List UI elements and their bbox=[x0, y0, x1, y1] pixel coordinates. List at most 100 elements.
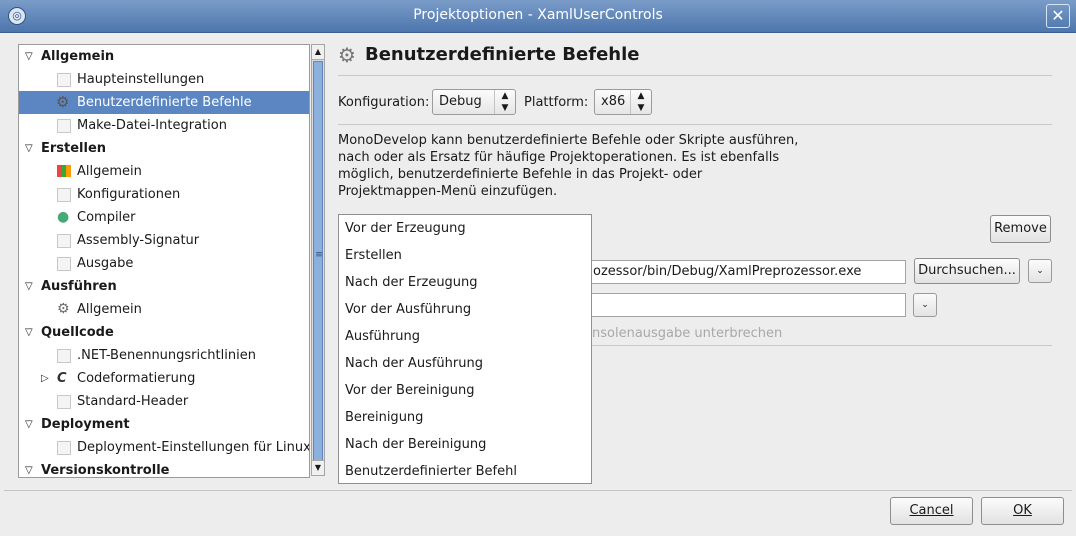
triangle-right-icon[interactable]: ▷ bbox=[41, 367, 49, 390]
browse-label: Durchsuchen... bbox=[918, 263, 1016, 278]
konfiguration-label: Konfiguration: bbox=[338, 95, 430, 110]
tree-item-label: Ausgabe bbox=[77, 256, 134, 271]
triangle-down-icon[interactable]: ▽ bbox=[25, 45, 33, 68]
dropdown-option[interactable]: Benutzerdefinierter Befehl bbox=[345, 458, 517, 485]
dropdown-option[interactable]: Vor der Erzeugung bbox=[345, 215, 466, 242]
triangle-down-icon[interactable]: ▽ bbox=[25, 137, 33, 160]
tree-item-label: Standard-Header bbox=[77, 394, 189, 409]
gear-icon: ⚙ bbox=[56, 93, 70, 111]
tree-category-label: Ausführen bbox=[41, 279, 117, 294]
tree-item[interactable]: Ausgabe bbox=[19, 252, 309, 275]
tree-category[interactable]: ▽ Versionskontrolle bbox=[19, 459, 309, 478]
tree-item-label: Haupteinstellungen bbox=[77, 72, 205, 87]
blank-icon bbox=[57, 119, 71, 133]
dropdown-option[interactable]: Nach der Erzeugung bbox=[345, 269, 478, 296]
window-title: Projektoptionen - XamlUserControls bbox=[413, 7, 663, 23]
pause-console-option[interactable]: nsolenausgabe unterbrechen bbox=[592, 326, 782, 341]
triangle-down-icon[interactable]: ▽ bbox=[25, 459, 33, 477]
cancel-label: Cancel bbox=[909, 503, 954, 518]
tree-category-label: Allgemein bbox=[41, 49, 115, 64]
blank-icon bbox=[57, 257, 71, 271]
page-title: Benutzerdefinierte Befehle bbox=[365, 44, 640, 65]
tree-item-label: Allgemein bbox=[77, 302, 142, 317]
triangle-down-icon[interactable]: ▽ bbox=[25, 413, 33, 436]
dropdown-option[interactable]: Vor der Ausführung bbox=[345, 296, 471, 323]
remove-button[interactable]: Remove bbox=[990, 215, 1051, 243]
plattform-value: x86 bbox=[601, 94, 626, 109]
plattform-label: Plattform: bbox=[524, 95, 589, 110]
tree-item[interactable]: ● Compiler bbox=[19, 206, 309, 229]
tree-category[interactable]: ▽ Ausführen bbox=[19, 275, 309, 298]
ok-button[interactable]: OK bbox=[981, 497, 1064, 525]
tree-category-label: Versionskontrolle bbox=[41, 463, 170, 478]
options-tree[interactable]: ▽ Allgemein Haupteinstellungen ⚙ Benutzerdef… bbox=[18, 44, 310, 478]
blank-icon bbox=[57, 234, 71, 248]
tree-category[interactable]: ▽ Erstellen bbox=[19, 137, 309, 160]
ok-label: OK bbox=[1013, 503, 1032, 518]
tree-item[interactable]: ▷ C Codeformatierung bbox=[19, 367, 309, 390]
cogs-icon: ⚙ bbox=[57, 301, 70, 317]
dropdown-option[interactable]: Erstellen bbox=[345, 242, 402, 269]
scroll-up-icon[interactable]: ▲ bbox=[312, 45, 324, 60]
description-text: MonoDevelop kann benutzerdefinierte Befe… bbox=[338, 133, 799, 199]
dropdown-option[interactable]: Nach der Ausführung bbox=[345, 350, 483, 377]
tree-item[interactable]: Assembly-Signatur bbox=[19, 229, 309, 252]
tree-item-label: Make-Datei-Integration bbox=[77, 118, 227, 133]
tree-item-label: Assembly-Signatur bbox=[77, 233, 200, 248]
footer-divider bbox=[4, 490, 1072, 491]
hierarchy-icon bbox=[57, 165, 71, 177]
tree-item[interactable]: Haupteinstellungen bbox=[19, 68, 309, 91]
tree-category[interactable]: ▽ Deployment bbox=[19, 413, 309, 436]
dropdown-option[interactable]: Vor der Bereinigung bbox=[345, 377, 474, 404]
chevron-down-icon[interactable]: ⌄ bbox=[913, 293, 937, 317]
tree-item[interactable]: ⚙ Allgemein bbox=[19, 298, 309, 321]
grip-icon: ≡ bbox=[315, 250, 323, 260]
scroll-thumb[interactable]: ≡ bbox=[313, 61, 323, 461]
updown-icon: ▲ ▼ bbox=[630, 90, 651, 114]
compiler-icon: ● bbox=[57, 209, 70, 225]
tree-category-label: Quellcode bbox=[41, 325, 114, 340]
tree-category[interactable]: ▽ Quellcode bbox=[19, 321, 309, 344]
blank-icon bbox=[57, 188, 71, 202]
dropdown-option[interactable]: Nach der Bereinigung bbox=[345, 431, 486, 458]
tree-scrollbar[interactable]: ▲ ≡ ▼ bbox=[311, 44, 325, 476]
chevron-down-icon[interactable]: ⌄ bbox=[1028, 259, 1052, 283]
close-icon[interactable]: ✕ bbox=[1046, 4, 1070, 28]
tree-item[interactable]: ⚙ Benutzerdefinierte Befehle bbox=[19, 91, 309, 114]
tree-item-label: .NET-Benennungsrichtlinien bbox=[77, 348, 256, 363]
command-input[interactable]: ozessor/bin/Debug/XamlPreprozessor.exe bbox=[588, 260, 906, 284]
title-bar: ◎ Projektoptionen - XamlUserControls ✕ bbox=[0, 0, 1076, 33]
cancel-button[interactable]: Cancel bbox=[890, 497, 973, 525]
blank-icon bbox=[57, 73, 71, 87]
remove-label: Remove bbox=[994, 221, 1047, 236]
blank-icon bbox=[57, 349, 71, 363]
command-type-dropdown[interactable]: Vor der Erzeugung Erstellen Nach der Erzeu… bbox=[338, 214, 592, 484]
blank-icon bbox=[57, 441, 71, 455]
code-format-icon: C bbox=[57, 371, 67, 386]
options-divider bbox=[592, 345, 1052, 346]
tree-item-label: Allgemein bbox=[77, 164, 142, 179]
tree-item-label: Benutzerdefinierte Befehle bbox=[77, 95, 252, 110]
browse-button[interactable]: Durchsuchen... bbox=[914, 258, 1020, 284]
gear-icon: ⚙ bbox=[338, 43, 356, 67]
blank-icon bbox=[57, 395, 71, 409]
tree-item[interactable]: .NET-Benennungsrichtlinien bbox=[19, 344, 309, 367]
tree-item[interactable]: Standard-Header bbox=[19, 390, 309, 413]
tree-item[interactable]: Deployment-Einstellungen für Linux bbox=[19, 436, 309, 459]
dropdown-option[interactable]: Ausführung bbox=[345, 323, 420, 350]
tree-category[interactable]: ▽ Allgemein bbox=[19, 45, 309, 68]
scroll-down-icon[interactable]: ▼ bbox=[312, 460, 324, 475]
header-divider bbox=[338, 75, 1052, 76]
triangle-down-icon[interactable]: ▽ bbox=[25, 275, 33, 298]
triangle-down-icon[interactable]: ▽ bbox=[25, 321, 33, 344]
tree-category-label: Deployment bbox=[41, 417, 130, 432]
plattform-combo[interactable]: x86 ▲ ▼ bbox=[594, 89, 652, 115]
tree-item[interactable]: Make-Datei-Integration bbox=[19, 114, 309, 137]
konfiguration-combo[interactable]: Debug ▲ ▼ bbox=[432, 89, 516, 115]
tree-item[interactable]: Konfigurationen bbox=[19, 183, 309, 206]
dropdown-option[interactable]: Bereinigung bbox=[345, 404, 423, 431]
tree-item[interactable]: Allgemein bbox=[19, 160, 309, 183]
updown-icon: ▲ ▼ bbox=[494, 90, 515, 114]
workdir-input[interactable] bbox=[588, 293, 906, 317]
tree-item-label: Compiler bbox=[77, 210, 136, 225]
